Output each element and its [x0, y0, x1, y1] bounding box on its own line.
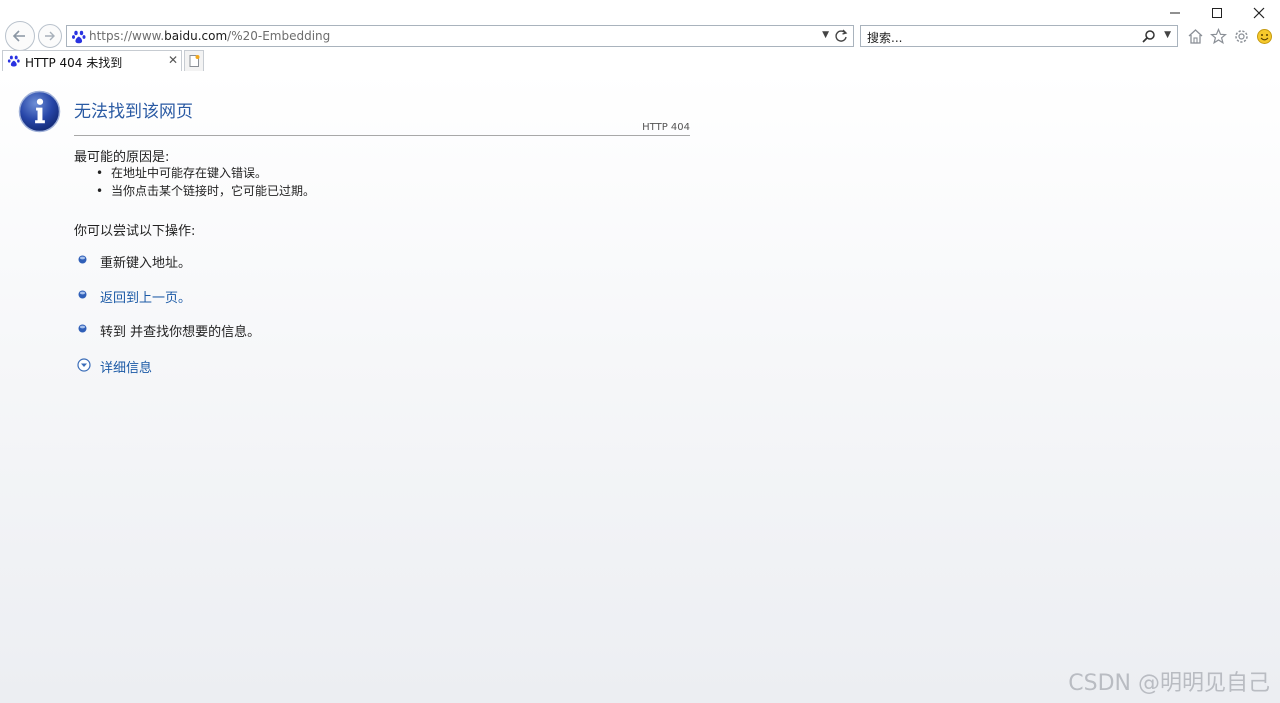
- address-dropdown-button[interactable]: ▼: [822, 30, 829, 40]
- list-item: • 在地址中可能存在键入错误。: [96, 166, 268, 180]
- refresh-icon[interactable]: [833, 28, 849, 44]
- reason-heading: 最可能的原因是:: [74, 150, 170, 165]
- blue-bullet-icon: [78, 324, 87, 333]
- reason-text: 在地址中可能存在键入错误。: [111, 166, 268, 180]
- favorites-button[interactable]: [1209, 26, 1228, 46]
- action-label: 重新键入地址。: [100, 256, 192, 271]
- tab-close-button[interactable]: ✕: [168, 53, 178, 67]
- home-button[interactable]: [1186, 26, 1205, 46]
- search-icon[interactable]: [1141, 28, 1157, 44]
- smiley-feedback-icon: [1257, 28, 1272, 44]
- go-back-link[interactable]: 返回到上一页。: [100, 287, 191, 306]
- details-link[interactable]: 详细信息: [100, 357, 152, 376]
- baidu-paw-icon: [72, 30, 86, 44]
- tab-bar: HTTP 404 未找到 ✕: [0, 50, 1280, 71]
- forward-arrow-icon: [45, 31, 55, 41]
- blue-bullet-icon: [78, 290, 87, 299]
- tab-title: HTTP 404 未找到: [25, 56, 123, 70]
- title-divider: [74, 135, 690, 136]
- tab-http-404[interactable]: HTTP 404 未找到 ✕: [2, 50, 182, 71]
- close-icon: [1253, 7, 1265, 19]
- toolbar-icons: [1186, 26, 1274, 46]
- url-prefix: https://www.: [89, 29, 165, 43]
- http-status-code: HTTP 404: [642, 122, 690, 133]
- back-arrow-icon: [12, 30, 25, 42]
- new-tab-button[interactable]: [184, 50, 204, 71]
- blue-bullet-icon: [78, 255, 87, 264]
- search-input[interactable]: 搜索... ▼: [860, 25, 1178, 47]
- try-heading: 你可以尝试以下操作:: [74, 224, 196, 239]
- minimize-icon: [1170, 12, 1180, 14]
- settings-button[interactable]: [1232, 26, 1251, 46]
- browser-window: https://www.baidu.com/%20-Embedding ▼ 搜索…: [0, 0, 1280, 703]
- address-url[interactable]: https://www.baidu.com/%20-Embedding: [89, 29, 330, 43]
- list-item: • 当你点击某个链接时，它可能已过期。: [96, 184, 316, 198]
- maximize-icon: [1212, 8, 1222, 18]
- navigation-bar: https://www.baidu.com/%20-Embedding ▼ 搜索…: [0, 20, 1280, 52]
- watermark-text: CSDN @明明见自己: [1068, 671, 1270, 696]
- info-icon: [18, 90, 61, 133]
- reason-text: 当你点击某个链接时，它可能已过期。: [111, 184, 316, 198]
- favorites-star-icon: [1210, 27, 1227, 44]
- address-bar[interactable]: https://www.baidu.com/%20-Embedding ▼: [66, 25, 854, 47]
- new-tab-icon: [189, 55, 200, 67]
- back-button[interactable]: [5, 21, 35, 51]
- home-icon: [1188, 28, 1203, 44]
- feedback-button[interactable]: [1255, 26, 1274, 46]
- search-dropdown-button[interactable]: ▼: [1164, 30, 1171, 40]
- page-title: 无法找到该网页: [74, 102, 193, 122]
- page-content: 无法找到该网页 HTTP 404 最可能的原因是: • 在地址中可能存在键入错误。…: [0, 71, 1280, 703]
- settings-gear-icon: [1235, 29, 1248, 43]
- search-placeholder: 搜索...: [867, 31, 903, 45]
- baidu-paw-icon: [7, 55, 20, 67]
- url-path: /%20-Embedding: [227, 29, 331, 43]
- url-domain: baidu.com: [164, 29, 228, 43]
- forward-button[interactable]: [38, 24, 62, 48]
- chevron-down-icon: [77, 358, 91, 372]
- reason-list: • 在地址中可能存在键入错误。 • 当你点击某个链接时，它可能已过期。: [96, 164, 315, 200]
- action-label: 转到 并查找你想要的信息。: [100, 325, 261, 340]
